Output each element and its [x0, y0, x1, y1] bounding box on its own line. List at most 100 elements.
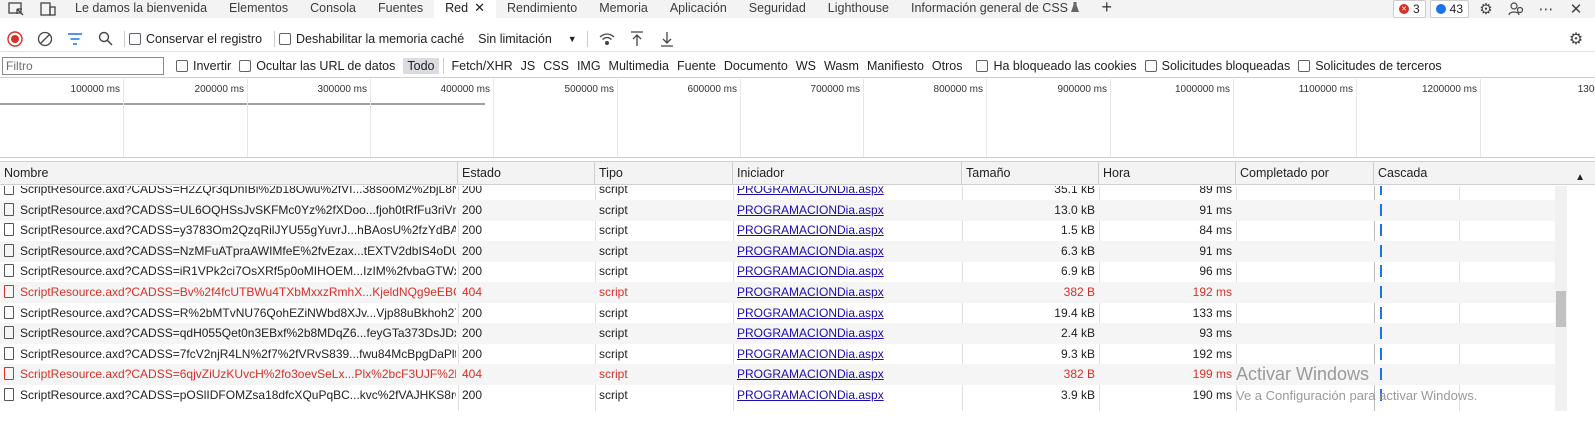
hide-data-urls-checkbox[interactable]: Ocultar las URL de datos: [239, 59, 395, 73]
tab-application[interactable]: Aplicación: [659, 0, 738, 18]
name-cell[interactable]: ScriptResource.axd?CADSS=qdH055Qet0n3EBx…: [0, 323, 456, 344]
table-row[interactable]: ScriptResource.axd?CADSS=7fcV2njR4LN%2f7…: [0, 344, 1560, 365]
throttling-select[interactable]: Sin limitación ▼: [472, 28, 583, 50]
checkbox-box[interactable]: [176, 59, 188, 72]
initiator-link[interactable]: PROGRAMACIONDia.aspx: [737, 186, 884, 196]
table-row[interactable]: ScriptResource.axd?CADSS=UL6OQHSsJvSKFMc…: [0, 200, 1560, 221]
tab-welcome[interactable]: Le damos la bienvenida: [64, 0, 218, 18]
initiator-link[interactable]: PROGRAMACIONDia.aspx: [737, 306, 884, 320]
settings-gear-icon[interactable]: ⚙: [1473, 0, 1499, 18]
checkbox-box[interactable]: [1298, 59, 1311, 72]
blocked-cookies-checkbox[interactable]: Ha bloqueado las cookies: [976, 59, 1137, 73]
initiator-link[interactable]: PROGRAMACIONDia.aspx: [737, 326, 884, 340]
column-header-waterfall[interactable]: Cascada ▲: [1374, 162, 1595, 185]
messages-badge[interactable]: 43: [1429, 0, 1469, 18]
checkbox-box[interactable]: [239, 59, 252, 72]
more-options-icon[interactable]: ⋯: [1533, 0, 1559, 18]
column-header-fulfilled-by[interactable]: Completado por: [1236, 162, 1374, 185]
name-cell[interactable]: ScriptResource.axd?CADSS=6qjvZiUzKUvcH%2…: [0, 364, 456, 385]
checkbox-box[interactable]: [279, 32, 292, 45]
filter-type-all[interactable]: Todo: [403, 57, 439, 74]
initiator-link[interactable]: PROGRAMACIONDia.aspx: [737, 223, 884, 237]
table-row[interactable]: ScriptResource.axd?CADSS=NzMFuATpraAWIMf…: [0, 241, 1560, 262]
table-row[interactable]: ScriptResource.axd?CADSS=Bv%2f4fcUTBWu4T…: [0, 282, 1560, 303]
disable-cache-checkbox[interactable]: Deshabilitar la memoria caché: [279, 32, 464, 46]
filter-type-media[interactable]: Multimedia: [605, 58, 673, 74]
name-cell[interactable]: ScriptResource.axd?CADSS=pOSlIDFOMZsa18d…: [0, 385, 456, 406]
table-row[interactable]: ScriptResource.axd?CADSS=H2ZQr3qDnIBi%2b…: [0, 186, 1560, 200]
name-cell[interactable]: ScriptResource.axd?CADSS=7fcV2njR4LN%2f7…: [0, 344, 456, 365]
filter-type-wasm[interactable]: Wasm: [820, 58, 863, 74]
initiator-link[interactable]: PROGRAMACIONDia.aspx: [737, 264, 884, 278]
errors-badge[interactable]: ✕ 3: [1392, 0, 1426, 18]
initiator-link[interactable]: PROGRAMACIONDia.aspx: [737, 388, 884, 402]
filter-type-ws[interactable]: WS: [792, 58, 820, 74]
table-row[interactable]: ScriptResource.axd?CADSS=iR1VPk2ci7OsXRf…: [0, 261, 1560, 282]
filter-type-css[interactable]: CSS: [539, 58, 573, 74]
scrollbar-thumb[interactable]: [1556, 291, 1566, 327]
initiator-cell: PROGRAMACIONDia.aspx: [733, 261, 962, 282]
tab-console[interactable]: Consola: [299, 0, 367, 18]
customize-users-icon[interactable]: [1503, 0, 1529, 18]
tab-css-overview[interactable]: Información general de CSS: [900, 0, 1091, 18]
tab-memory[interactable]: Memoria: [588, 0, 659, 18]
name-cell[interactable]: ScriptResource.axd?CADSS=Bv%2f4fcUTBWu4T…: [0, 282, 456, 303]
import-har-button[interactable]: [622, 27, 652, 51]
table-row[interactable]: ScriptResource.axd?CADSS=y3783Om2QzqRilJ…: [0, 220, 1560, 241]
preserve-log-checkbox[interactable]: Conservar el registro: [129, 32, 262, 46]
column-header-size[interactable]: Tamaño: [962, 162, 1099, 185]
filter-type-fetch-xhr[interactable]: Fetch/XHR: [448, 58, 517, 74]
table-row[interactable]: ScriptResource.axd?CADSS=R%2bMTvNU76QohE…: [0, 303, 1560, 324]
filter-toggle-button[interactable]: [60, 27, 90, 51]
filter-input[interactable]: [2, 56, 164, 75]
tab-performance[interactable]: Rendimiento: [496, 0, 588, 18]
network-overview-timeline[interactable]: 100000 ms 200000 ms 300000 ms 400000 ms 5000…: [0, 79, 1595, 158]
name-cell[interactable]: ScriptResource.axd?CADSS=iR1VPk2ci7OsXRf…: [0, 261, 456, 282]
initiator-link[interactable]: PROGRAMACIONDia.aspx: [737, 203, 884, 217]
initiator-link[interactable]: PROGRAMACIONDia.aspx: [737, 244, 884, 258]
name-cell[interactable]: ScriptResource.axd?CADSS=R%2bMTvNU76QohE…: [0, 303, 456, 324]
inspect-element-icon[interactable]: [0, 0, 32, 18]
export-har-button[interactable]: [652, 27, 682, 51]
filter-type-js[interactable]: JS: [517, 58, 540, 74]
tab-sources[interactable]: Fuentes: [367, 0, 434, 18]
column-header-type[interactable]: Tipo: [595, 162, 733, 185]
close-tab-icon[interactable]: ✕: [474, 0, 485, 15]
filter-type-other[interactable]: Otros: [928, 58, 967, 74]
table-row[interactable]: ScriptResource.axd?CADSS=qdH055Qet0n3EBx…: [0, 323, 1560, 344]
checkbox-box[interactable]: [1144, 59, 1157, 72]
column-header-time[interactable]: Hora: [1099, 162, 1236, 185]
blocked-requests-checkbox[interactable]: Solicitudes bloqueadas: [1144, 59, 1290, 73]
filter-type-font[interactable]: Fuente: [673, 58, 720, 74]
checkbox-box[interactable]: [976, 59, 989, 72]
name-cell[interactable]: ScriptResource.axd?CADSS=NzMFuATpraAWIMf…: [0, 241, 456, 262]
initiator-link[interactable]: PROGRAMACIONDia.aspx: [737, 367, 884, 381]
filter-type-doc[interactable]: Documento: [720, 58, 792, 74]
device-toolbar-icon[interactable]: [32, 0, 64, 18]
network-conditions-button[interactable]: [592, 27, 622, 51]
network-settings-button[interactable]: ⚙: [1561, 27, 1591, 51]
third-party-checkbox[interactable]: Solicitudes de terceros: [1298, 59, 1442, 73]
column-header-name[interactable]: Nombre: [0, 162, 458, 185]
checkbox-box[interactable]: [129, 32, 141, 45]
column-header-status[interactable]: Estado: [458, 162, 595, 185]
clear-button[interactable]: [30, 27, 60, 51]
filter-type-manifest[interactable]: Manifiesto: [863, 58, 928, 74]
invert-checkbox[interactable]: Invertir: [176, 59, 231, 73]
name-cell[interactable]: ScriptResource.axd?CADSS=y3783Om2QzqRilJ…: [0, 220, 456, 241]
tab-elements[interactable]: Elementos: [218, 0, 299, 18]
initiator-link[interactable]: PROGRAMACIONDia.aspx: [737, 285, 884, 299]
initiator-link[interactable]: PROGRAMACIONDia.aspx: [737, 347, 884, 361]
close-devtools-icon[interactable]: ✕: [1563, 0, 1589, 18]
vertical-scrollbar[interactable]: [1555, 186, 1567, 411]
column-header-initiator[interactable]: Iniciador: [733, 162, 962, 185]
tab-lighthouse[interactable]: Lighthouse: [817, 0, 900, 18]
tab-network[interactable]: Red ✕: [434, 0, 496, 18]
filter-type-img[interactable]: IMG: [573, 58, 605, 74]
name-cell[interactable]: ScriptResource.axd?CADSS=H2ZQr3qDnIBi%2b…: [0, 186, 456, 200]
add-tab-button[interactable]: +: [1090, 0, 1123, 18]
tab-security[interactable]: Seguridad: [738, 0, 817, 18]
record-button[interactable]: [0, 27, 30, 51]
search-button[interactable]: [90, 27, 120, 51]
name-cell[interactable]: ScriptResource.axd?CADSS=UL6OQHSsJvSKFMc…: [0, 200, 456, 221]
